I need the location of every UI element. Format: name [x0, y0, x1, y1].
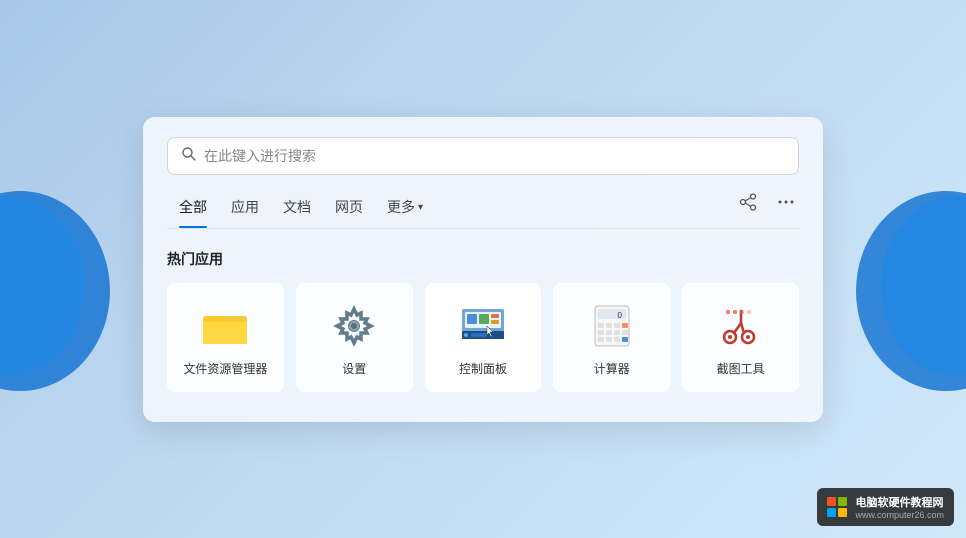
search-placeholder: 在此键入进行搜索	[204, 146, 784, 166]
app-label-control-panel: 控制面板	[459, 360, 507, 377]
chevron-down-icon: ▾	[418, 202, 423, 213]
more-options-button[interactable]	[773, 191, 799, 218]
calculator-icon: 0	[588, 302, 636, 350]
tabs-row: 全部 应用 文档 网页 更多 ▾	[167, 191, 799, 229]
search-panel: 在此键入进行搜索 全部 应用 文档 网页 更多 ▾	[143, 117, 823, 422]
section-title: 热门应用	[167, 249, 799, 269]
app-label-snipping-tool: 截图工具	[717, 360, 765, 377]
folder-icon	[201, 302, 249, 350]
win-square-red	[827, 497, 836, 506]
app-card-calculator[interactable]: 0 计算器	[553, 283, 670, 392]
control-panel-icon	[459, 302, 507, 350]
right-decoration	[846, 181, 966, 401]
share-button[interactable]	[735, 191, 761, 218]
search-icon	[182, 147, 196, 164]
app-card-settings[interactable]: 设置	[296, 283, 413, 392]
windows-icon	[827, 497, 847, 517]
tab-apps[interactable]: 应用	[219, 191, 271, 227]
tab-all[interactable]: 全部	[167, 191, 219, 227]
win-square-yellow	[838, 508, 847, 517]
app-card-snipping-tool[interactable]: 截图工具	[682, 283, 799, 392]
app-label-calculator: 计算器	[594, 360, 630, 377]
tab-docs[interactable]: 文档	[271, 191, 323, 227]
tab-actions	[735, 191, 799, 228]
scissors-icon	[717, 302, 765, 350]
svg-text:0: 0	[617, 311, 622, 320]
tab-more[interactable]: 更多 ▾	[375, 191, 435, 227]
app-label-file-manager: 文件资源管理器	[183, 360, 267, 377]
app-card-file-manager[interactable]: 文件资源管理器	[167, 283, 284, 392]
app-label-settings: 设置	[342, 360, 366, 377]
watermark-url: www.computer26.com	[855, 510, 944, 520]
watermark-text: 电脑软硬件教程网 www.computer26.com	[855, 494, 944, 520]
app-card-control-panel[interactable]: 控制面板	[425, 283, 542, 392]
left-decoration	[0, 181, 120, 401]
watermark-title: 电脑软硬件教程网	[855, 494, 944, 510]
tab-web[interactable]: 网页	[323, 191, 375, 227]
search-box[interactable]: 在此键入进行搜索	[167, 137, 799, 175]
win-square-blue	[827, 508, 836, 517]
settings-icon	[330, 302, 378, 350]
app-grid: 文件资源管理器 设置	[167, 283, 799, 392]
watermark: 电脑软硬件教程网 www.computer26.com	[817, 488, 954, 526]
win-square-green	[838, 497, 847, 506]
